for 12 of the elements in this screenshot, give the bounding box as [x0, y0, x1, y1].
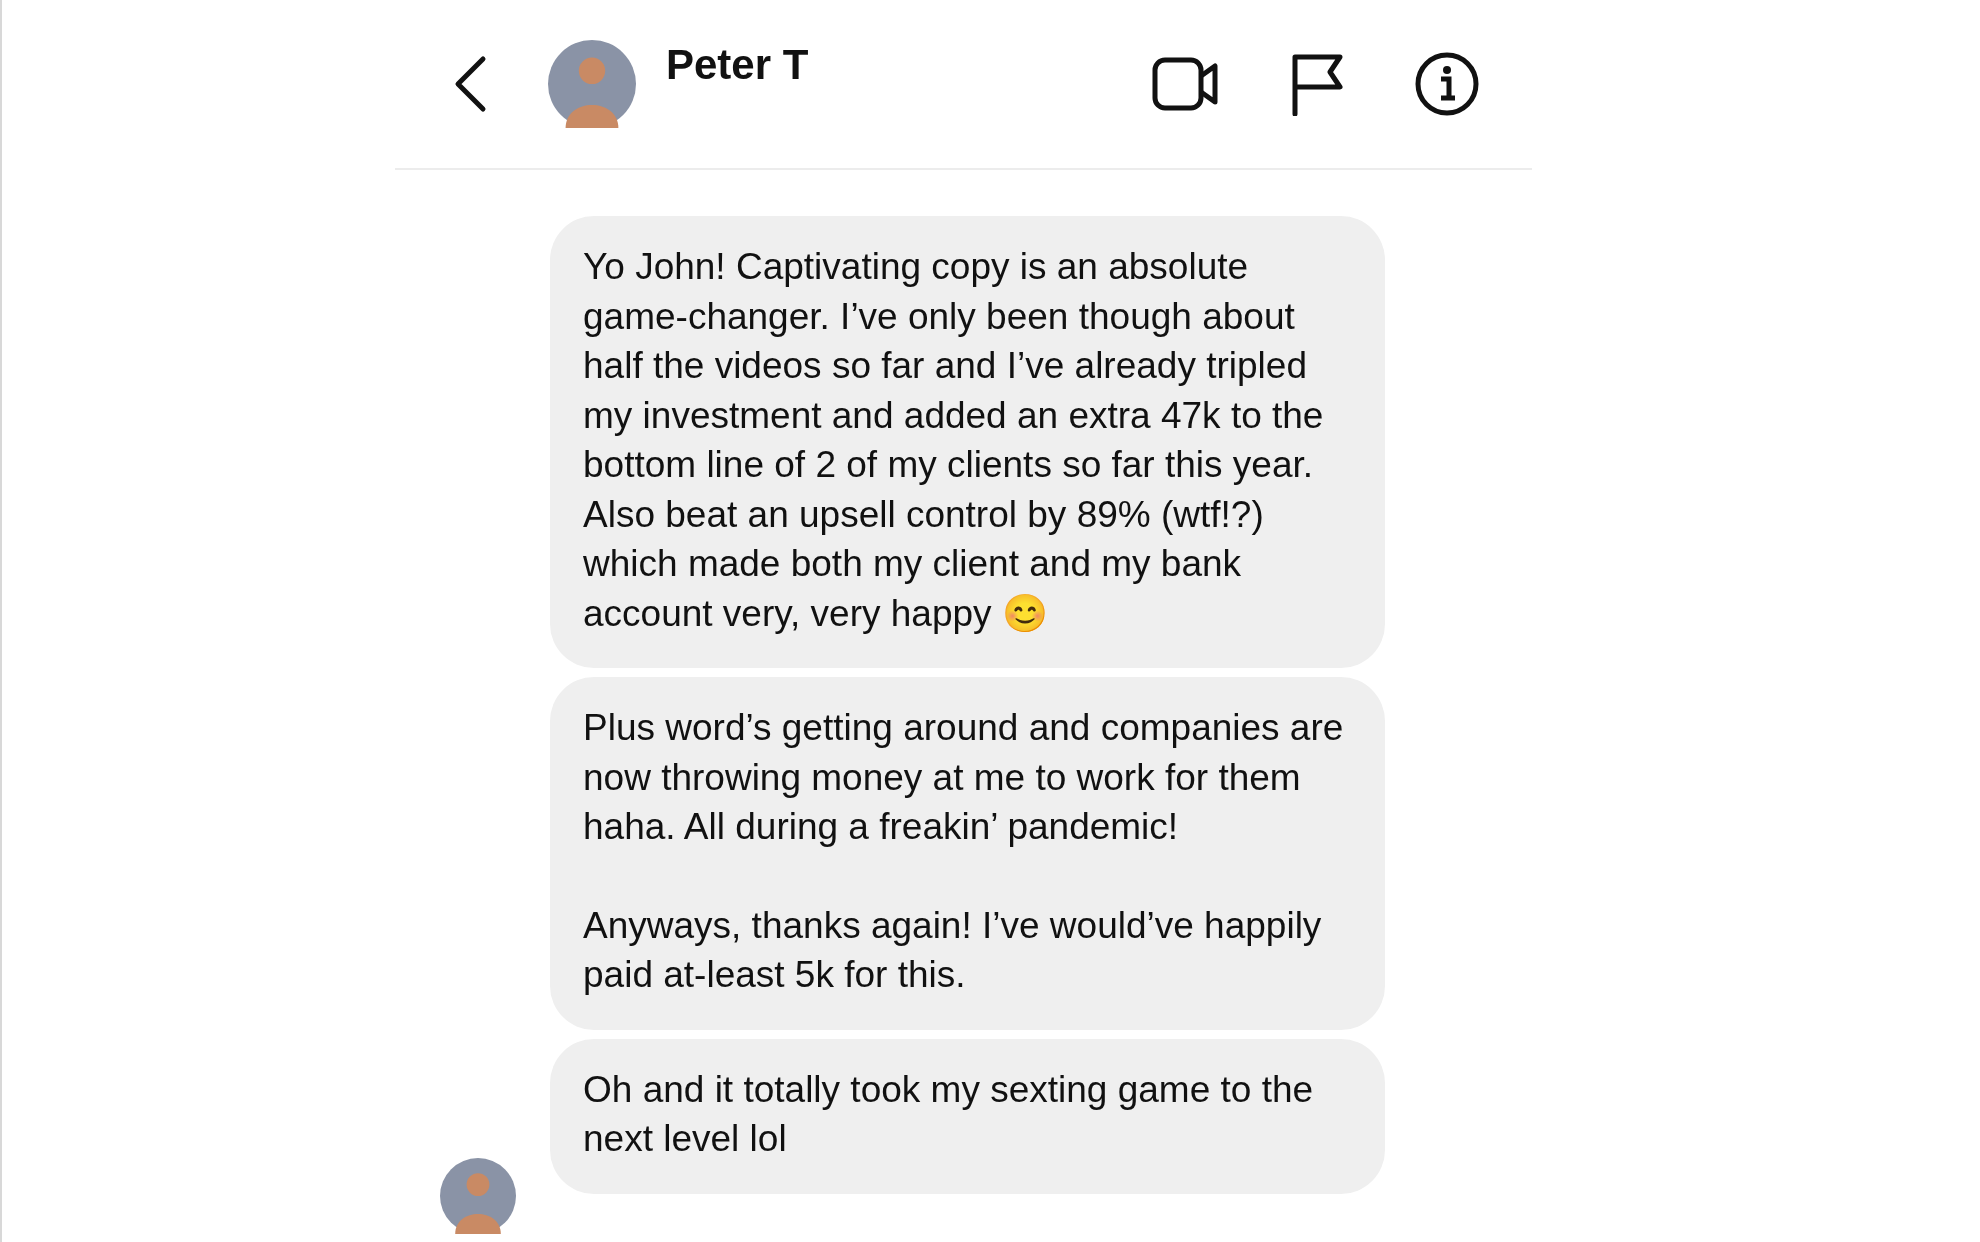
message-text: Anyways, thanks again! I’ve would’ve happily paid at-least 5k for this.: [583, 903, 1323, 997]
info-button[interactable]: [1414, 51, 1480, 117]
report-button[interactable]: [1290, 52, 1344, 116]
contact-name: Peter T: [666, 39, 809, 90]
back-icon: [453, 55, 487, 113]
video-camera-icon: [1152, 56, 1220, 112]
flag-icon: [1290, 52, 1344, 116]
message-text: Plus word’s getting around and companies are now throwing money at me to work for them haha. All during a freakin’ pandemic!: [583, 706, 1345, 849]
info-icon: [1414, 51, 1480, 117]
video-call-button[interactable]: [1152, 56, 1220, 112]
message-text: Oh and it totally took my sexting game to the next level lol: [583, 1067, 1315, 1161]
message-text: Yo John! Captivating copy is an absolute game-changer. I’ve only been though about half the videos so far and I’ve already tripled my investment and added an extra 47k to the bottom line of 2 of my clients so far this year. Also beat an upsell control by 89% (wtf!?) which made both my client and my bank account very, very happy 😊: [583, 245, 1325, 636]
